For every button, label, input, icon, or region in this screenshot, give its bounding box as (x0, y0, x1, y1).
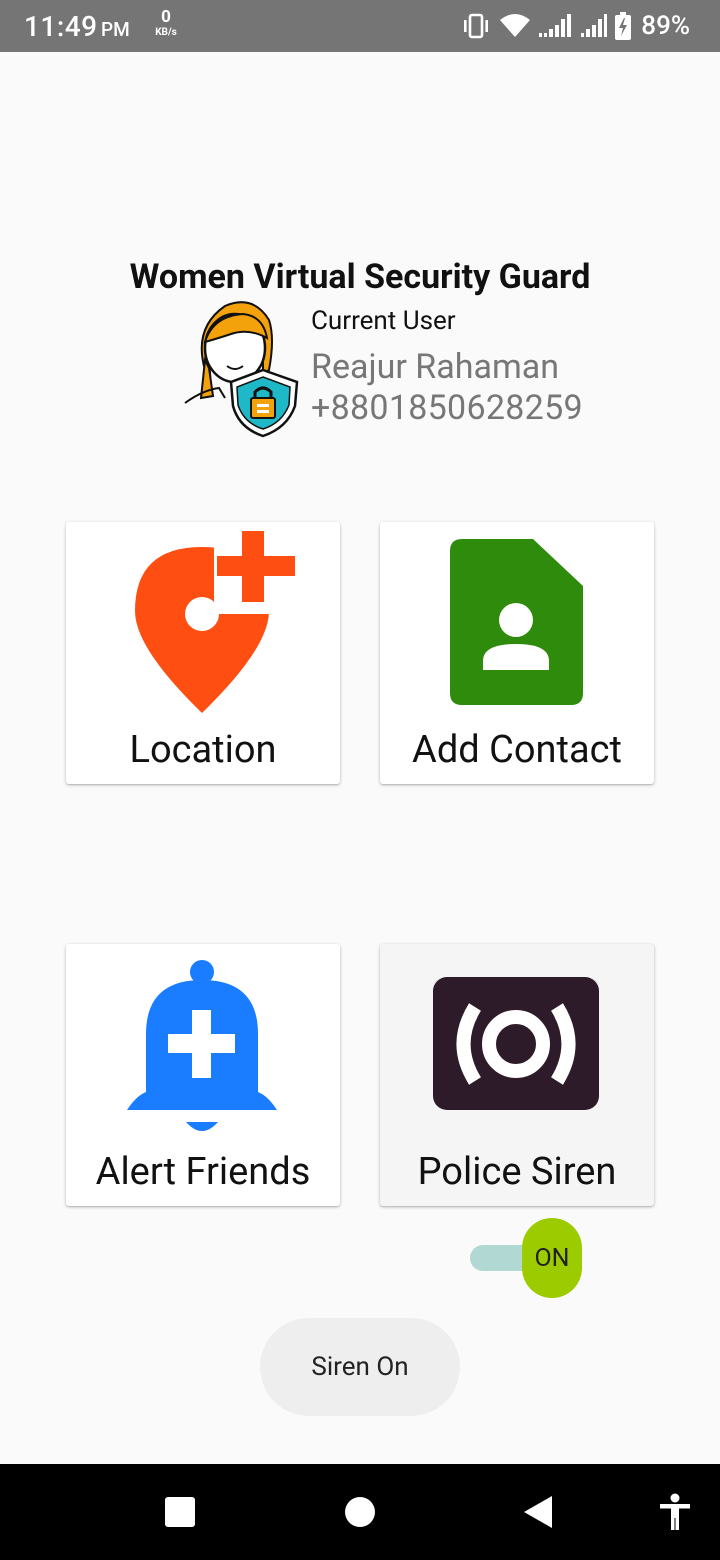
network-speed-value: 0 (161, 7, 171, 27)
user-phone: +8801850628259 (311, 388, 583, 428)
status-ampm: PM (101, 18, 130, 41)
signal-icon (539, 14, 572, 37)
woman-shield-lock-icon (184, 301, 299, 438)
user-name: Reajur Rahaman (311, 347, 560, 387)
status-time: 11:49 (24, 10, 98, 43)
battery-charging-icon (615, 12, 632, 40)
accessibility-button[interactable] (649, 1486, 701, 1538)
police-siren-card[interactable]: Police Siren (380, 944, 654, 1206)
vibrate-icon (464, 13, 489, 39)
home-button[interactable] (334, 1486, 386, 1538)
battery-percent: 89% (641, 11, 690, 41)
siren-toggle-switch[interactable]: ON (469, 1218, 583, 1298)
square-recents-icon (165, 1497, 195, 1527)
bell-plus-icon (127, 960, 277, 1131)
navigation-bar (0, 1464, 720, 1560)
siren-broadcast-icon (433, 977, 599, 1110)
switch-thumb: ON (522, 1218, 582, 1298)
signal-icon (581, 14, 608, 37)
add-contact-card[interactable]: Add Contact (380, 522, 654, 784)
app-title: Women Virtual Security Guard (129, 257, 591, 297)
status-icons: 89% (461, 10, 690, 42)
wifi-icon (500, 14, 531, 37)
triangle-back-icon (524, 1496, 552, 1528)
location-add-icon (135, 522, 309, 713)
current-user-caption: Current User (311, 306, 456, 336)
back-button[interactable] (512, 1486, 564, 1538)
network-speed-unit: KB/s (155, 27, 177, 38)
circle-home-icon (345, 1497, 375, 1527)
location-card[interactable]: Location (66, 522, 340, 784)
network-speed: 0 KB/s (150, 9, 182, 38)
location-label: Location (129, 728, 277, 772)
siren-on-button[interactable]: Siren On (260, 1318, 460, 1416)
alert-friends-label: Alert Friends (95, 1150, 311, 1194)
recents-button[interactable] (154, 1486, 206, 1538)
police-siren-label: Police Siren (417, 1150, 617, 1194)
status-bar: 11:49 PM 0 KB/s 89% (0, 0, 720, 52)
contact-card-icon (450, 539, 583, 705)
accessibility-icon (660, 1493, 690, 1530)
add-contact-label: Add Contact (412, 728, 622, 772)
alert-friends-card[interactable]: Alert Friends (66, 944, 340, 1206)
